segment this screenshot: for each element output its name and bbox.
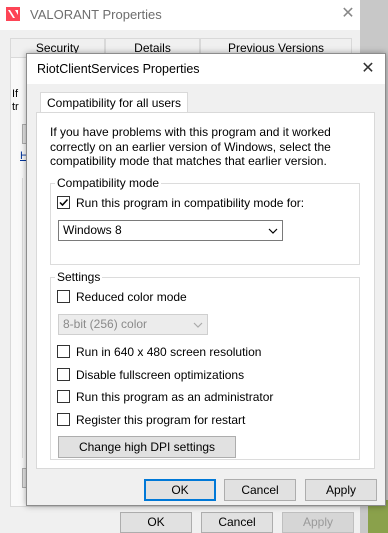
resolution-640-label[interactable]: Run in 640 x 480 screen resolution	[76, 345, 261, 359]
checkmark-icon	[59, 198, 69, 207]
chevron-down-icon	[193, 322, 203, 328]
compatibility-dialog: RiotClientServices Properties ✕ Compatib…	[26, 53, 386, 506]
background-cancel-button[interactable]: Cancel	[201, 512, 273, 533]
background-fragment-if: If	[12, 88, 19, 100]
color-depth-select: 8-bit (256) color	[58, 314, 208, 335]
register-restart-checkbox[interactable]	[57, 413, 70, 426]
run-as-admin-checkbox[interactable]	[57, 390, 70, 403]
compatibility-mode-label: Compatibility mode	[55, 176, 162, 190]
dialog-title: RiotClientServices Properties	[37, 62, 200, 76]
settings-label: Settings	[55, 270, 103, 284]
valorant-logo-icon	[6, 7, 20, 21]
settings-group: Settings Reduced color mode 8-bit (256) …	[50, 270, 360, 460]
intro-text: If you have problems with this program a…	[50, 125, 331, 168]
disable-fullscreen-label[interactable]: Disable fullscreen optimizations	[76, 368, 244, 382]
chevron-down-icon	[268, 228, 278, 234]
compatibility-mode-group: Compatibility mode Run this program in c…	[50, 176, 360, 265]
background-apply-button: Apply	[282, 512, 354, 533]
compatibility-tab-panel: If you have problems with this program a…	[36, 112, 375, 469]
compat-mode-checkbox-label[interactable]: Run this program in compatibility mode f…	[76, 196, 304, 210]
compat-mode-checkbox[interactable]	[57, 196, 70, 209]
color-depth-value: 8-bit (256) color	[63, 317, 148, 331]
reduced-color-checkbox[interactable]	[57, 290, 70, 303]
background-fragment-tr: tr	[12, 101, 19, 113]
register-restart-label[interactable]: Register this program for restart	[76, 413, 245, 427]
reduced-color-label[interactable]: Reduced color mode	[76, 290, 187, 304]
change-dpi-button[interactable]: Change high DPI settings	[58, 436, 236, 458]
compat-os-value: Windows 8	[63, 223, 122, 237]
tab-compatibility-all-users[interactable]: Compatibility for all users	[40, 92, 189, 113]
compat-os-select[interactable]: Windows 8	[58, 220, 283, 241]
apply-button[interactable]: Apply	[305, 479, 377, 501]
disable-fullscreen-checkbox[interactable]	[57, 368, 70, 381]
background-close-icon[interactable]: ✕	[338, 3, 358, 25]
run-as-admin-label[interactable]: Run this program as an administrator	[76, 390, 273, 404]
resolution-640-checkbox[interactable]	[57, 345, 70, 358]
ok-button[interactable]: OK	[144, 479, 216, 501]
close-icon[interactable]: ✕	[357, 58, 379, 80]
background-ok-button[interactable]: OK	[120, 512, 192, 533]
background-window-title: VALORANT Properties	[30, 7, 162, 22]
cancel-button[interactable]: Cancel	[224, 479, 296, 501]
